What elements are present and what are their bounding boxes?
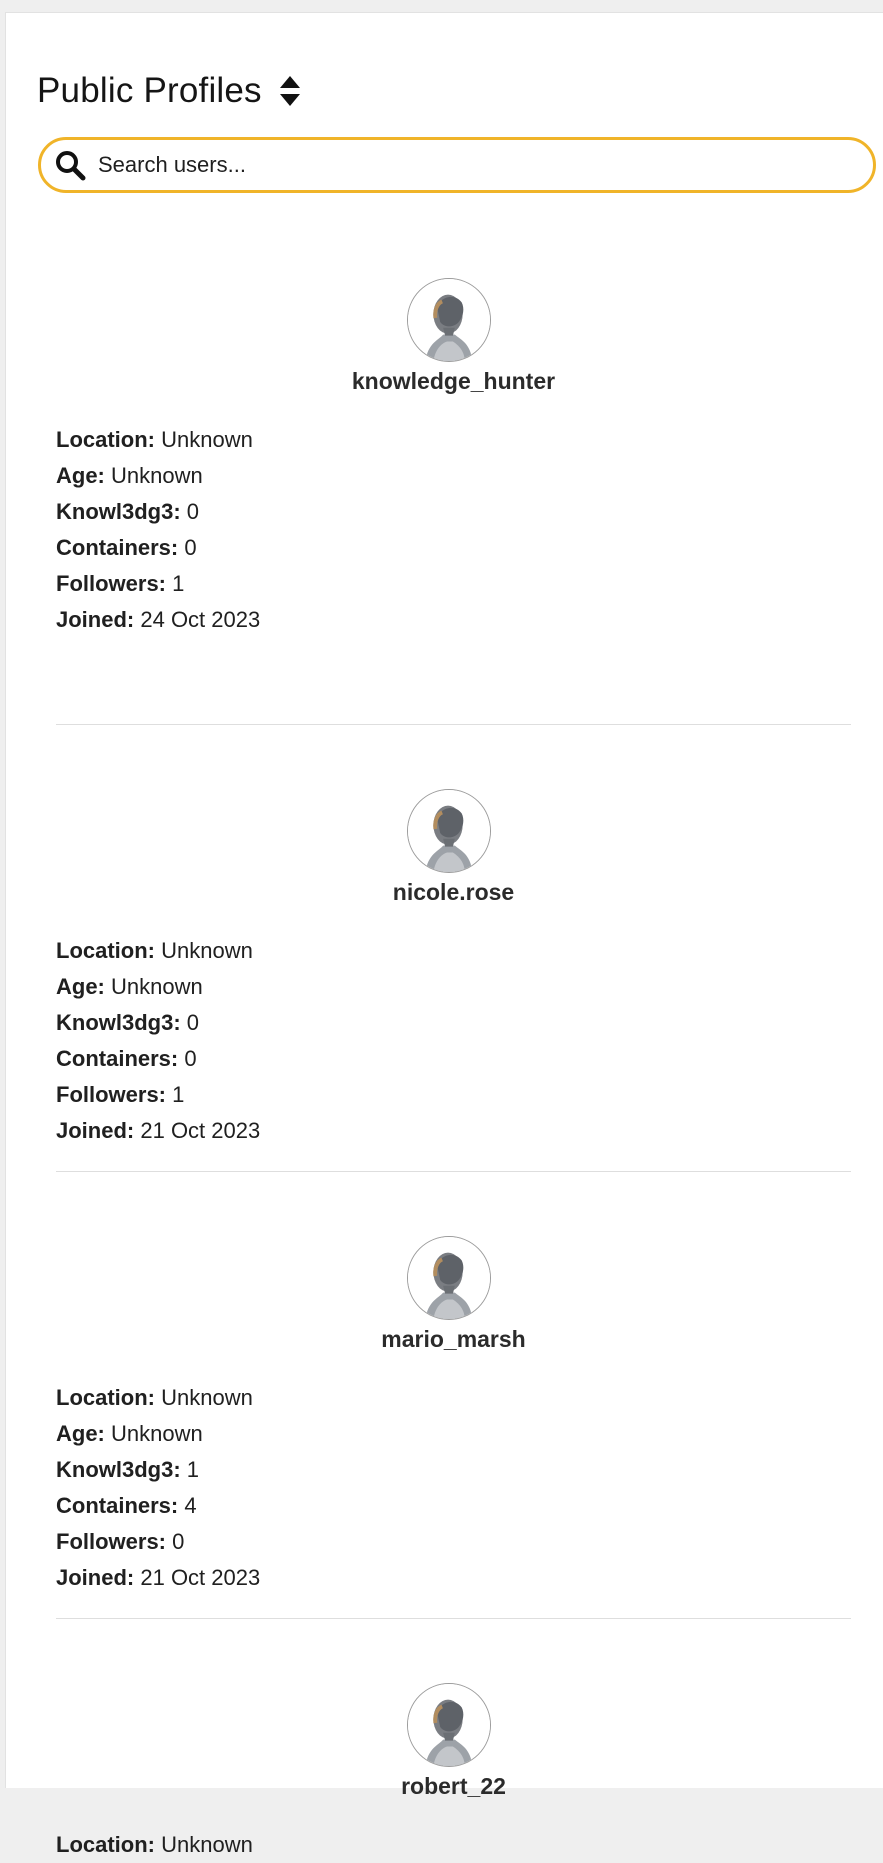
age-label: Age: bbox=[56, 463, 105, 488]
age-label: Age: bbox=[56, 974, 105, 999]
location-row: Location: Unknown bbox=[56, 933, 260, 969]
followers-value: 0 bbox=[172, 1529, 185, 1554]
profile-details: Location: Unknown Age: Unknown Knowl3dg3… bbox=[56, 422, 260, 638]
profile-card: knowledge_hunter Location: Unknown Age: … bbox=[56, 278, 851, 725]
followers-label: Followers: bbox=[56, 571, 167, 596]
followers-label: Followers: bbox=[56, 1529, 167, 1554]
containers-label: Containers: bbox=[56, 1046, 179, 1071]
avatar[interactable] bbox=[407, 278, 491, 362]
location-row: Location: Unknown bbox=[56, 1380, 260, 1416]
bust-avatar-image bbox=[408, 279, 490, 361]
location-label: Location: bbox=[56, 1385, 155, 1410]
knowledge-label: Knowl3dg3: bbox=[56, 499, 181, 524]
knowledge-row: Knowl3dg3: 0 bbox=[56, 1005, 260, 1041]
age-row: Age: Unknown bbox=[56, 1416, 260, 1452]
location-label: Location: bbox=[56, 1832, 155, 1857]
joined-value: 24 Oct 2023 bbox=[140, 607, 261, 632]
joined-row: Joined: 21 Oct 2023 bbox=[56, 1113, 260, 1149]
containers-value: 0 bbox=[184, 535, 197, 560]
avatar[interactable] bbox=[407, 1683, 491, 1767]
profile-details: Location: Unknown Age: Unknown Knowl3dg3… bbox=[56, 933, 260, 1149]
age-label: Age: bbox=[56, 1421, 105, 1446]
containers-label: Containers: bbox=[56, 1493, 179, 1518]
location-value: Unknown bbox=[161, 427, 253, 452]
profiles-panel: Public Profiles Search users... knowledg… bbox=[5, 12, 883, 1857]
age-value: Unknown bbox=[111, 463, 203, 488]
age-row: Age: Unknown bbox=[56, 458, 260, 494]
location-label: Location: bbox=[56, 427, 155, 452]
followers-row: Followers: 0 bbox=[56, 1524, 260, 1560]
joined-value: 21 Oct 2023 bbox=[140, 1118, 261, 1143]
knowledge-value: 0 bbox=[186, 499, 200, 524]
containers-row: Containers: 4 bbox=[56, 1488, 260, 1524]
age-value: Unknown bbox=[111, 974, 203, 999]
profile-details: Location: Unknown Age: Unknown Knowl3dg3… bbox=[56, 1380, 260, 1596]
username[interactable]: knowledge_hunter bbox=[56, 368, 851, 395]
username[interactable]: robert_22 bbox=[56, 1773, 851, 1800]
profile-card: mario_marsh Location: Unknown Age: Unkno… bbox=[56, 1172, 851, 1619]
containers-row: Containers: 0 bbox=[56, 1041, 260, 1077]
location-value: Unknown bbox=[161, 1832, 253, 1857]
bust-avatar-image bbox=[408, 790, 490, 872]
location-label: Location: bbox=[56, 938, 155, 963]
profile-card: robert_22 Location: Unknown bbox=[56, 1619, 851, 1857]
knowledge-label: Knowl3dg3: bbox=[56, 1010, 181, 1035]
knowledge-value: 0 bbox=[186, 1010, 200, 1035]
bust-avatar-image bbox=[408, 1237, 490, 1319]
containers-label: Containers: bbox=[56, 535, 179, 560]
profile-list: knowledge_hunter Location: Unknown Age: … bbox=[56, 278, 851, 1857]
joined-row: Joined: 24 Oct 2023 bbox=[56, 602, 260, 638]
knowledge-label: Knowl3dg3: bbox=[56, 1457, 181, 1482]
followers-row: Followers: 1 bbox=[56, 1077, 260, 1113]
knowledge-value: 1 bbox=[186, 1457, 200, 1482]
profile-details: Location: Unknown bbox=[56, 1827, 253, 1863]
age-row: Age: Unknown bbox=[56, 969, 260, 1005]
profile-card: nicole.rose Location: Unknown Age: Unkno… bbox=[56, 725, 851, 1172]
username[interactable]: mario_marsh bbox=[56, 1326, 851, 1353]
search-input[interactable] bbox=[98, 152, 838, 178]
avatar[interactable] bbox=[407, 789, 491, 873]
followers-label: Followers: bbox=[56, 1082, 167, 1107]
containers-value: 0 bbox=[184, 1046, 197, 1071]
search-icon bbox=[56, 151, 86, 181]
location-value: Unknown bbox=[161, 1385, 253, 1410]
location-row: Location: Unknown bbox=[56, 422, 260, 458]
containers-value: 4 bbox=[184, 1493, 197, 1518]
joined-label: Joined: bbox=[56, 1118, 135, 1143]
page-title: Public Profiles bbox=[37, 71, 262, 110]
knowledge-row: Knowl3dg3: 0 bbox=[56, 494, 260, 530]
search-bar[interactable] bbox=[38, 137, 876, 193]
joined-row: Joined: 21 Oct 2023 bbox=[56, 1560, 260, 1596]
followers-row: Followers: 1 bbox=[56, 566, 260, 602]
joined-label: Joined: bbox=[56, 607, 135, 632]
bust-avatar-image bbox=[408, 1684, 490, 1766]
location-row: Location: Unknown bbox=[56, 1827, 253, 1863]
location-value: Unknown bbox=[161, 938, 253, 963]
containers-row: Containers: 0 bbox=[56, 530, 260, 566]
sort-icon[interactable] bbox=[278, 74, 302, 108]
age-value: Unknown bbox=[111, 1421, 203, 1446]
joined-value: 21 Oct 2023 bbox=[140, 1565, 261, 1590]
followers-value: 1 bbox=[172, 1082, 185, 1107]
username[interactable]: nicole.rose bbox=[56, 879, 851, 906]
page-header: Public Profiles bbox=[37, 63, 302, 119]
knowledge-row: Knowl3dg3: 1 bbox=[56, 1452, 260, 1488]
joined-label: Joined: bbox=[56, 1565, 135, 1590]
avatar[interactable] bbox=[407, 1236, 491, 1320]
followers-value: 1 bbox=[172, 571, 185, 596]
